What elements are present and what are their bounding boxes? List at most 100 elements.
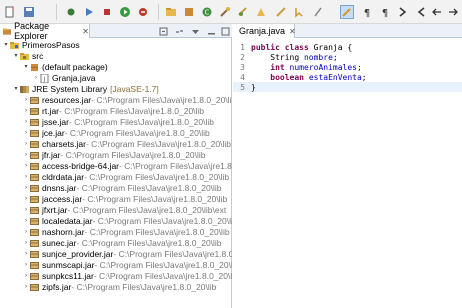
expand-toggle-icon[interactable]: › <box>22 271 30 282</box>
back-icon[interactable] <box>430 5 444 19</box>
tree-item-label: jfr.jar <box>42 150 61 160</box>
tree-item[interactable]: ▾ (default package) <box>0 62 107 73</box>
tree-item[interactable]: ▾ JRE System Library [JavaSE-1.7] <box>0 84 158 95</box>
tree-item-path: - C:\Program Files\Java\jre1.8.0_20\lib <box>76 183 222 193</box>
expand-toggle-icon[interactable]: › <box>22 106 30 117</box>
tree-item[interactable]: › jfxrt.jar - C:\Program Files\Java\jre1.… <box>0 205 226 216</box>
new-class-icon[interactable]: C <box>200 5 214 19</box>
toggle-mark-occurrences-icon[interactable] <box>292 5 306 19</box>
line-number: 2 <box>240 52 245 62</box>
expand-toggle-icon[interactable]: › <box>22 227 30 238</box>
code-line[interactable]: 5} <box>233 82 462 92</box>
tree-item[interactable]: › resources.jar - C:\Program Files\Java\j… <box>0 95 232 106</box>
tree-item[interactable]: › rt.jar - C:\Program Files\Java\jre1.8.0… <box>0 106 204 117</box>
jar-icon <box>30 173 39 182</box>
tree-item[interactable]: › jaccess.jar - C:\Program Files\Java\jre… <box>0 194 227 205</box>
expand-toggle-icon[interactable]: › <box>22 194 30 205</box>
next-annotation-icon[interactable] <box>396 5 410 19</box>
tree-item[interactable]: › nashorn.jar - C:\Program Files\Java\jre… <box>0 227 230 238</box>
close-icon[interactable]: ✕ <box>289 27 296 36</box>
tree-item[interactable]: › charsets.jar - C:\Program Files\Java\jr… <box>0 139 231 150</box>
tree-item[interactable]: › access-bridge-64.jar - C:\Program Files… <box>0 161 232 172</box>
collapse-toggle-icon[interactable]: ▾ <box>22 62 30 73</box>
tree-item[interactable]: › localedata.jar - C:\Program Files\Java\… <box>0 216 232 227</box>
code-line[interactable]: 4 boolean estaEnVenta; <box>233 72 462 82</box>
expand-toggle-icon[interactable]: › <box>22 95 30 106</box>
new-java-project-icon[interactable] <box>164 5 178 19</box>
tree-item[interactable]: › zipfs.jar - C:\Program Files\Java\jre1.… <box>0 282 216 293</box>
tree-item[interactable]: › sunjce_provider.jar - C:\Program Files\… <box>0 249 232 260</box>
expand-toggle-icon[interactable]: › <box>22 183 30 194</box>
view-menu-icon[interactable] <box>190 26 200 36</box>
expand-toggle-icon[interactable]: › <box>22 205 30 216</box>
tree-item[interactable]: › dnsns.jar - C:\Program Files\Java\jre1.… <box>0 183 222 194</box>
field-token: numeroAnimales <box>289 62 357 72</box>
new-icon[interactable] <box>3 5 17 19</box>
minimize-icon[interactable] <box>206 26 216 36</box>
expand-toggle-icon[interactable]: › <box>22 128 30 139</box>
toggle-block-selection-icon[interactable] <box>312 5 326 19</box>
tree-item-path: - C:\Program Files\Java\jre1.8.0_20\lib <box>91 95 232 105</box>
expand-toggle-icon[interactable]: › <box>22 172 30 183</box>
stop-icon[interactable] <box>100 5 114 19</box>
expand-toggle-icon[interactable]: › <box>22 150 30 161</box>
expand-toggle-icon[interactable]: › <box>22 282 30 293</box>
maximize-icon[interactable] <box>220 26 230 36</box>
next-edit-icon[interactable] <box>274 5 288 19</box>
tree-item[interactable]: › jfr.jar - C:\Program Files\Java\jre1.8.… <box>0 150 205 161</box>
tree-item[interactable]: › J Granja.java <box>0 73 95 84</box>
debug-icon[interactable] <box>82 5 96 19</box>
code-line[interactable]: 3 int numeroAnimales; <box>233 62 462 72</box>
collapse-all-icon[interactable] <box>158 26 168 36</box>
code-area[interactable]: 1 public class Granja {2 String nombre; 3 … <box>233 40 462 308</box>
tree-item-label: sunmscapi.jar <box>42 260 95 270</box>
save-icon[interactable] <box>22 5 36 19</box>
collapse-toggle-icon[interactable]: ▾ <box>12 51 20 62</box>
tree-item[interactable]: › sunpkcs11.jar - C:\Program Files\Java\j… <box>0 271 232 282</box>
bug-icon[interactable] <box>64 5 78 19</box>
pen-icon[interactable] <box>340 5 354 19</box>
forward-icon[interactable] <box>446 5 460 19</box>
expand-toggle-icon[interactable]: › <box>22 117 30 128</box>
package-explorer-panel: Package Explorer ✕ ▾ PrimerosPasos ▾ src ▾ (d… <box>0 21 232 308</box>
close-icon[interactable]: ✕ <box>82 27 89 36</box>
collapse-toggle-icon[interactable]: ▾ <box>2 40 10 51</box>
jar-icon <box>30 96 39 105</box>
code-line[interactable]: 2 String nombre; <box>233 52 462 62</box>
expand-toggle-icon[interactable]: › <box>22 238 30 249</box>
tree-item[interactable]: › jsse.jar - C:\Program Files\Java\jre1.8… <box>0 117 214 128</box>
expand-toggle-icon[interactable]: › <box>22 260 30 271</box>
new-package-icon[interactable] <box>182 5 196 19</box>
tree-item[interactable]: › sunec.jar - C:\Program Files\Java\jre1.… <box>0 238 222 249</box>
tab-package-explorer[interactable]: Package Explorer ✕ <box>0 21 90 41</box>
open-task-icon[interactable] <box>254 5 268 19</box>
expand-toggle-icon[interactable]: › <box>22 249 30 260</box>
tree-item[interactable]: › sunmscapi.jar - C:\Program Files\Java\j… <box>0 260 232 271</box>
tree-item-label: JRE System Library <box>32 84 108 94</box>
tab-granja-java[interactable]: J Granja.java ✕ <box>233 24 296 38</box>
expand-toggle-icon[interactable]: › <box>22 139 30 150</box>
tree-item-path: - C:\Program Files\Java\jre1.8.0_20\lib <box>68 117 214 127</box>
external-tools-icon[interactable] <box>136 5 150 19</box>
tree-item-label: jaccess.jar <box>42 194 83 204</box>
run-icon[interactable] <box>118 5 132 19</box>
search-icon[interactable] <box>236 5 250 19</box>
code-token: ; <box>332 52 338 62</box>
tree-item[interactable]: › jce.jar - C:\Program Files\Java\jre1.8.… <box>0 128 210 139</box>
tree-item-label: dnsns.jar <box>42 183 77 193</box>
show-whitespace-alt-icon[interactable]: ¶ <box>378 5 392 19</box>
expand-toggle-icon[interactable]: › <box>32 73 40 84</box>
expand-toggle-icon[interactable]: › <box>22 216 30 227</box>
prev-annotation-icon[interactable] <box>414 5 428 19</box>
show-whitespace-icon[interactable]: ¶ <box>360 5 374 19</box>
code-line[interactable]: 1 public class Granja { <box>233 42 462 52</box>
tree-item-path: - C:\Program Files\Java\jre1.8.0_20\lib <box>59 106 205 116</box>
open-type-icon[interactable] <box>218 5 232 19</box>
svg-text:¶: ¶ <box>382 8 388 18</box>
expand-toggle-icon[interactable]: › <box>22 161 30 172</box>
link-with-editor-icon[interactable] <box>174 26 184 36</box>
tree-item[interactable]: › cldrdata.jar - C:\Program Files\Java\jr… <box>0 172 229 183</box>
tree-item[interactable]: ▾ src <box>0 51 43 62</box>
tree-item[interactable]: ▾ PrimerosPasos <box>0 40 79 51</box>
collapse-toggle-icon[interactable]: ▾ <box>12 84 20 95</box>
